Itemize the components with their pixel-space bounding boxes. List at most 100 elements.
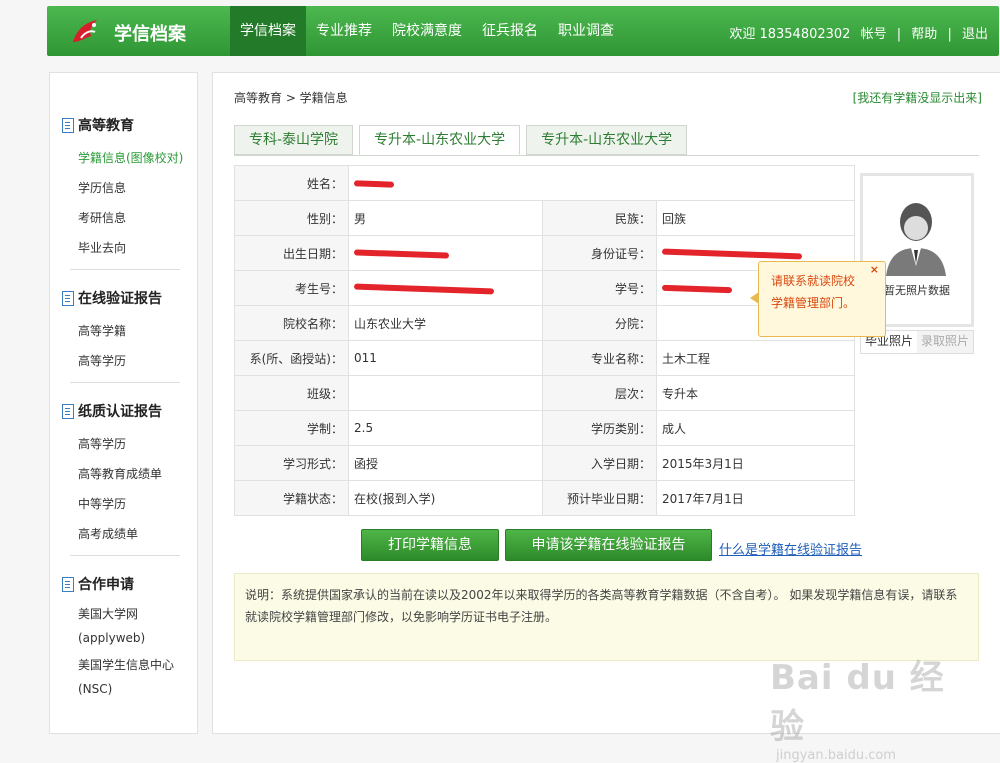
tab-sdau-2[interactable]: 专升本-山东农业大学 [526, 125, 688, 155]
tooltip-arrow [750, 292, 759, 304]
sidebar-item-paper-higher-degree[interactable]: 高等学历 [78, 429, 197, 459]
user-area: 欢迎 18354802302 帐号 | 帮助 | 退出 [726, 23, 991, 42]
nav-conscription[interactable]: 征兵报名 [472, 6, 548, 56]
grad-date-label: 预计毕业日期： [542, 480, 657, 516]
apply-online-report-button[interactable]: 申请该学籍在线验证报告 [505, 529, 712, 561]
school-label: 院校名称： [234, 305, 349, 341]
ethnic-value: 回族 [656, 200, 855, 236]
watermark-url: jingyan.baidu.com [776, 748, 896, 763]
table-row: 学习形式： 函授 入学日期： 2015年3月1日 [234, 445, 855, 481]
level-value: 专升本 [656, 375, 855, 411]
note-line-2: 就读院校学籍管理部门修改，以免影响学历证书电子注册。 [245, 610, 558, 624]
birth-value-redacted [348, 235, 543, 271]
category-value: 成人 [656, 410, 855, 446]
gender-label: 性别： [234, 200, 349, 236]
top-navigation-bar: 学信档案 学信档案 专业推荐 院校满意度 征兵报名 职业调查 欢迎 183548… [47, 6, 999, 56]
enroll-date-label: 入学日期： [542, 445, 657, 481]
sidebar-item-online-higher-status[interactable]: 高等学籍 [78, 316, 197, 346]
note-line-1: 说明：系统提供国家承认的当前在读以及2002年以来取得学历的各类高等教育学籍数据… [245, 588, 958, 602]
nav-xuexin-dangan[interactable]: 学信档案 [230, 6, 306, 56]
close-icon[interactable]: × [870, 263, 879, 277]
sidebar-group-cooperation: 合作申请 美国大学网(applyweb) 美国学生信息中心(NSC) [50, 574, 197, 711]
site-title[interactable]: 学信档案 [114, 20, 186, 46]
redaction-mark [661, 248, 803, 259]
birth-label: 出生日期： [234, 235, 349, 271]
sidebar-item-degree-info[interactable]: 学历信息 [78, 173, 197, 203]
sidebar-group-higher-education: 高等教育 学籍信息(图像校对) 学历信息 考研信息 毕业去向 [50, 115, 197, 280]
person-placeholder-icon [886, 203, 946, 276]
study-form-value: 函授 [348, 445, 543, 481]
sidebar-group-title-text: 合作申请 [78, 577, 134, 593]
tooltip-text-line2: 学籍管理部门。 [771, 296, 856, 310]
table-row: 姓名： [234, 165, 855, 201]
sidebar-item-applyweb[interactable]: 美国大学网(applyweb) [78, 602, 178, 650]
redaction-mark [353, 179, 395, 188]
account-link[interactable]: 帐号 [861, 27, 887, 42]
sidebar-group-paper-report: 纸质认证报告 高等学历 高等教育成绩单 中等学历 高考成绩单 [50, 401, 197, 566]
gender-value: 男 [348, 200, 543, 236]
class-label: 班级： [234, 375, 349, 411]
tab-taishan-college[interactable]: 专科-泰山学院 [234, 125, 354, 155]
watermark-logo: Bai du 经验 [770, 658, 945, 747]
main-panel: 高等教育 > 学籍信息 [我还有学籍没显示出来] 专科-泰山学院 专升本-山东农… [212, 72, 1000, 734]
sidebar-item-paper-gaokao-scores[interactable]: 高考成绩单 [78, 519, 197, 549]
bird-logo-icon [73, 20, 97, 42]
sidebar-item-paper-transcript[interactable]: 高等教育成绩单 [78, 459, 197, 489]
contact-school-tooltip: × 请联系就读院校 学籍管理部门。 [750, 261, 886, 337]
study-form-label: 学习形式： [234, 445, 349, 481]
sidebar-item-paper-secondary-degree[interactable]: 中等学历 [78, 489, 197, 519]
tooltip-text-line1: 请联系就读院校 [771, 274, 856, 288]
divider [234, 155, 979, 156]
sidebar-item-online-higher-degree[interactable]: 高等学历 [78, 346, 197, 376]
sidebar-item-postgrad-info[interactable]: 考研信息 [78, 203, 197, 233]
table-row: 学制： 2.5 学历类别： 成人 [234, 410, 855, 446]
separator: | [896, 27, 902, 42]
separator: | [947, 27, 952, 42]
level-label: 层次： [542, 375, 657, 411]
redaction-mark [353, 248, 450, 259]
dept-value: 011 [348, 340, 543, 376]
record-tabs: 专科-泰山学院 专升本-山东农业大学 专升本-山东农业大学 [234, 125, 693, 155]
divider [70, 555, 180, 556]
redaction-mark [661, 284, 733, 293]
name-value-redacted [348, 165, 855, 201]
help-link[interactable]: 帮助 [911, 27, 937, 42]
table-row: 性别： 男 民族： 回族 [234, 200, 855, 236]
sidebar-item-nsc[interactable]: 美国学生信息中心(NSC) [78, 653, 188, 701]
explanation-note: 说明：系统提供国家承认的当前在读以及2002年以来取得学历的各类高等教育学籍数据… [234, 573, 979, 661]
name-label: 姓名： [234, 165, 349, 201]
category-label: 学历类别： [542, 410, 657, 446]
sidebar-group-title: 纸质认证报告 [62, 401, 197, 421]
id-label: 身份证号： [542, 235, 657, 271]
missing-record-link[interactable]: [我还有学籍没显示出来] [853, 89, 982, 106]
nav-school-satisfaction[interactable]: 院校满意度 [382, 6, 472, 56]
nav-career-survey[interactable]: 职业调查 [548, 6, 624, 56]
sidebar-item-student-status[interactable]: 学籍信息(图像校对) [78, 143, 197, 173]
student-no-label: 学号： [542, 270, 657, 306]
welcome-text: 欢迎 18354802302 [729, 27, 851, 42]
exam-no-value-redacted [348, 270, 543, 306]
nav-major-recommend[interactable]: 专业推荐 [306, 6, 382, 56]
sidebar-group-title: 在线验证报告 [62, 288, 197, 308]
sidebar-group-title-text: 纸质认证报告 [78, 404, 162, 420]
major-label: 专业名称： [542, 340, 657, 376]
tab-sdau-1[interactable]: 专升本-山东农业大学 [359, 125, 521, 155]
document-icon [62, 403, 74, 419]
sidebar: 高等教育 学籍信息(图像校对) 学历信息 考研信息 毕业去向 在线验证报告 高等… [49, 72, 198, 734]
table-row: 班级： 层次： 专升本 [234, 375, 855, 411]
sidebar-group-title-text: 高等教育 [78, 118, 134, 134]
redaction-mark [353, 283, 495, 294]
what-is-report-link[interactable]: 什么是学籍在线验证报告 [719, 539, 862, 558]
major-value: 土木工程 [656, 340, 855, 376]
document-icon [62, 576, 74, 592]
sidebar-group-online-report: 在线验证报告 高等学籍 高等学历 [50, 288, 197, 393]
print-status-button[interactable]: 打印学籍信息 [361, 529, 499, 561]
logout-link[interactable]: 退出 [962, 27, 988, 42]
main-nav: 学信档案 专业推荐 院校满意度 征兵报名 职业调查 [230, 6, 624, 56]
school-value: 山东农业大学 [348, 305, 543, 341]
sidebar-group-title-text: 在线验证报告 [78, 291, 162, 307]
sidebar-item-graduation-destination[interactable]: 毕业去向 [78, 233, 197, 263]
enroll-date-value: 2015年3月1日 [656, 445, 855, 481]
tab-admission-photo[interactable]: 录取照片 [917, 331, 973, 353]
status-value: 在校(报到入学) [348, 480, 543, 516]
